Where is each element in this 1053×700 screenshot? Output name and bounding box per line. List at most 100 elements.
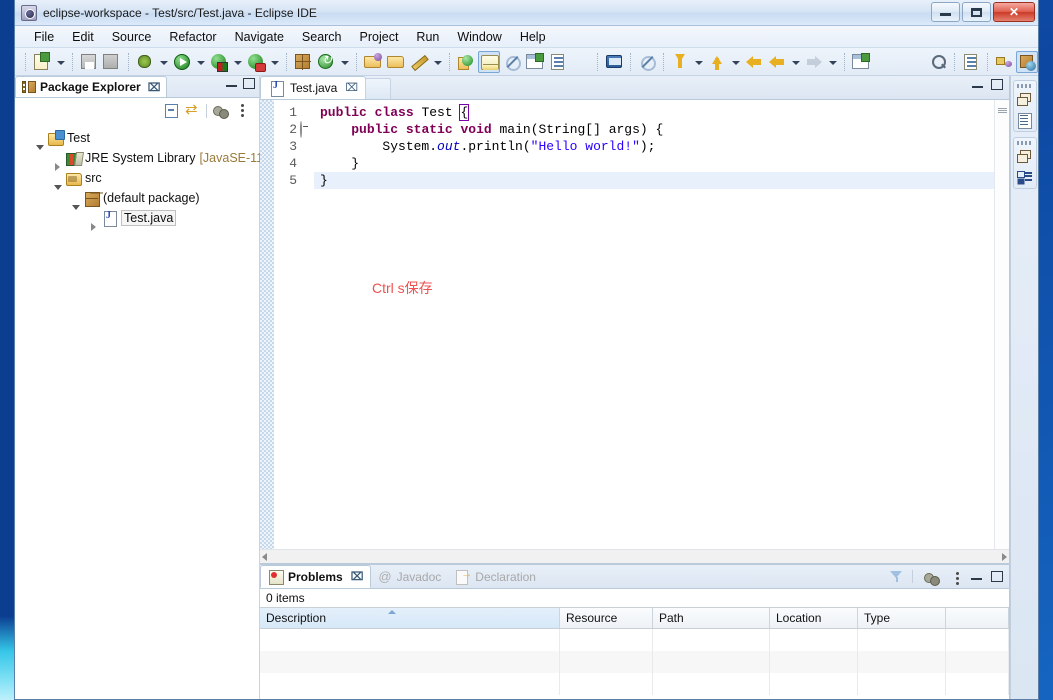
marker-dropdown-icon[interactable] bbox=[431, 51, 444, 73]
tab-package-explorer[interactable]: Package Explorer ⌧ bbox=[15, 76, 168, 97]
debug-dropdown-icon[interactable] bbox=[157, 51, 170, 73]
column-header-location[interactable]: Location bbox=[770, 608, 858, 628]
new-window-icon[interactable] bbox=[850, 51, 872, 73]
tree-item-test[interactable]: Test bbox=[15, 128, 259, 150]
marker-icon[interactable] bbox=[408, 51, 430, 73]
restore-icon[interactable] bbox=[1016, 92, 1033, 108]
show-pilcrow-icon[interactable] bbox=[570, 51, 592, 73]
save-icon[interactable] bbox=[78, 51, 100, 73]
run-dropdown-icon[interactable] bbox=[194, 51, 207, 73]
table-row[interactable] bbox=[260, 673, 1009, 695]
column-header-type[interactable]: Type bbox=[858, 608, 946, 628]
outline-view-icon[interactable] bbox=[1016, 112, 1033, 129]
link-with-editor-icon[interactable] bbox=[184, 100, 202, 120]
external-tools-dropdown-icon[interactable] bbox=[338, 51, 351, 73]
toggle-block-selection-icon[interactable] bbox=[501, 51, 523, 73]
menu-search[interactable]: Search bbox=[293, 28, 351, 46]
tab-problems[interactable]: Problems ⌧ bbox=[260, 565, 372, 588]
previous-annotation-icon[interactable] bbox=[743, 51, 765, 73]
external-tools-icon[interactable] bbox=[315, 51, 337, 73]
collapse-all-icon[interactable] bbox=[162, 102, 180, 120]
maximize-icon[interactable] bbox=[991, 79, 1003, 90]
forward-dropdown-icon[interactable] bbox=[826, 51, 839, 73]
debug-icon[interactable] bbox=[134, 51, 156, 73]
filter-icon[interactable] bbox=[890, 570, 903, 583]
close-button[interactable]: ✕ bbox=[993, 2, 1035, 22]
menu-help[interactable]: Help bbox=[511, 28, 555, 46]
search-type-icon[interactable] bbox=[455, 51, 477, 73]
new-java-package-icon[interactable] bbox=[292, 51, 314, 73]
menu-refactor[interactable]: Refactor bbox=[160, 28, 225, 46]
minimize-button[interactable] bbox=[931, 2, 960, 22]
save-all-icon[interactable] bbox=[101, 51, 123, 73]
perspective-java-browsing-icon[interactable] bbox=[993, 51, 1015, 73]
skip-breakpoints-icon[interactable] bbox=[636, 51, 658, 73]
back-dropdown-icon[interactable] bbox=[789, 51, 802, 73]
column-header-path[interactable]: Path bbox=[653, 608, 770, 628]
drag-handle[interactable] bbox=[1016, 84, 1033, 88]
menu-source[interactable]: Source bbox=[103, 28, 161, 46]
menu-edit[interactable]: Edit bbox=[63, 28, 103, 46]
minimize-icon[interactable] bbox=[226, 79, 237, 89]
tab-declaration[interactable]: Declaration bbox=[448, 565, 543, 588]
editor-horizontal-scrollbar[interactable] bbox=[260, 549, 1009, 563]
forward-icon[interactable] bbox=[803, 51, 825, 73]
package-explorer-view-icon[interactable] bbox=[1016, 169, 1033, 185]
maximize-button[interactable] bbox=[962, 2, 991, 22]
menu-navigate[interactable]: Navigate bbox=[226, 28, 293, 46]
menu-run[interactable]: Run bbox=[407, 28, 448, 46]
editor-folding-gutter[interactable] bbox=[300, 100, 314, 549]
new-dropdown-icon[interactable] bbox=[54, 51, 67, 73]
step-up-dropdown-icon[interactable] bbox=[729, 51, 742, 73]
scroll-right-icon[interactable] bbox=[1002, 552, 1007, 561]
menu-window[interactable]: Window bbox=[448, 28, 510, 46]
scroll-left-icon[interactable] bbox=[262, 552, 267, 561]
close-icon[interactable]: ⌧ bbox=[345, 81, 358, 94]
run-icon[interactable] bbox=[171, 51, 193, 73]
maximize-icon[interactable] bbox=[991, 571, 1003, 582]
code-editor-area[interactable]: public class Test { public static void m… bbox=[314, 100, 994, 549]
coverage-icon[interactable] bbox=[245, 51, 267, 73]
search-icon[interactable] bbox=[927, 51, 949, 73]
minimize-icon[interactable] bbox=[972, 80, 983, 90]
drag-handle[interactable] bbox=[1016, 141, 1033, 145]
coverage-dropdown-icon[interactable] bbox=[268, 51, 281, 73]
view-menu-icon[interactable] bbox=[233, 102, 251, 120]
editor-marker-gutter[interactable] bbox=[260, 100, 274, 549]
table-row[interactable] bbox=[260, 651, 1009, 673]
step-down-dropdown-icon[interactable] bbox=[692, 51, 705, 73]
perspective-java-icon[interactable] bbox=[1016, 50, 1038, 73]
menu-file[interactable]: File bbox=[25, 28, 63, 46]
step-up-icon[interactable] bbox=[706, 51, 728, 73]
run-as-dropdown-icon[interactable] bbox=[231, 51, 244, 73]
back-icon[interactable] bbox=[766, 51, 788, 73]
step-down-icon[interactable] bbox=[669, 51, 691, 73]
menu-project[interactable]: Project bbox=[351, 28, 408, 46]
column-header-resource[interactable]: Resource bbox=[560, 608, 653, 628]
show-console-icon[interactable] bbox=[603, 51, 625, 73]
open-task-icon[interactable] bbox=[385, 51, 407, 73]
minimize-icon[interactable] bbox=[971, 572, 982, 582]
tab-javadoc[interactable]: @ Javadoc bbox=[371, 565, 448, 588]
tab-test-java[interactable]: Test.java ⌧ bbox=[260, 76, 367, 99]
new-icon[interactable] bbox=[31, 51, 53, 73]
close-icon[interactable]: ⌧ bbox=[148, 81, 161, 94]
maximize-icon[interactable] bbox=[243, 78, 255, 89]
open-type-icon[interactable] bbox=[362, 51, 384, 73]
tree-item-jre-system-library[interactable]: JRE System Library [JavaSE-11] bbox=[15, 148, 267, 171]
tree-item-default-package[interactable]: (default package) bbox=[15, 188, 259, 210]
close-icon[interactable]: ⌧ bbox=[351, 570, 364, 583]
table-row[interactable] bbox=[260, 629, 1009, 651]
problems-table-rows[interactable] bbox=[260, 629, 1009, 699]
restore-icon[interactable] bbox=[1016, 149, 1033, 165]
tree-item-test-java[interactable]: Test.java bbox=[15, 208, 259, 231]
view-menu-filter-icon[interactable] bbox=[211, 102, 229, 120]
column-header-blank[interactable] bbox=[946, 608, 1009, 628]
editor-vertical-scrollbar[interactable] bbox=[994, 100, 1009, 549]
view-menu-icon[interactable] bbox=[948, 570, 962, 584]
toggle-mark-occurrences-icon[interactable] bbox=[478, 50, 500, 73]
view-menu-filter-icon[interactable] bbox=[922, 569, 940, 586]
fold-collapse-icon[interactable] bbox=[300, 121, 302, 138]
run-as-icon[interactable] bbox=[208, 51, 230, 73]
open-task-list-icon[interactable] bbox=[524, 51, 546, 73]
